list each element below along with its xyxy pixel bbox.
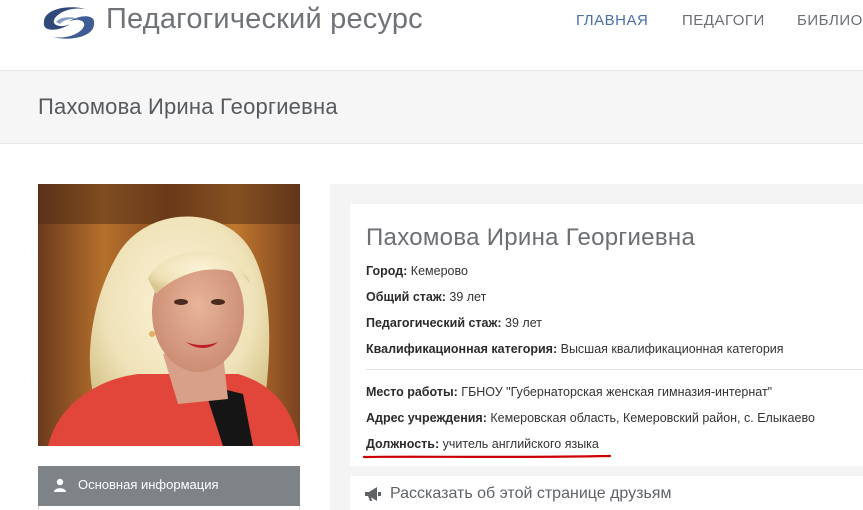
field-value: 39 лет <box>505 316 542 330</box>
main-nav: ГЛАВНАЯ ПЕДАГОГИ БИБЛИОТ <box>0 12 863 32</box>
megaphone-icon <box>365 487 381 501</box>
field-label: Адрес учреждения: <box>366 411 487 425</box>
field-value: 39 лет <box>449 290 487 304</box>
sidebar-item-label: Основная информация <box>78 477 219 492</box>
profile-name: Пахомова Ирина Георгиевна <box>366 224 696 251</box>
field-position: Должность: учитель английского языка <box>366 437 599 451</box>
field-label: Квалификационная категория: <box>366 342 558 356</box>
profile-card: Пахомова Ирина Георгиевна Город: Кемеров… <box>350 204 863 466</box>
share-block[interactable]: Рассказать об этой странице друзьям <box>350 476 863 510</box>
field-value: Кемерово <box>410 264 468 278</box>
field-label: Город: <box>366 264 408 278</box>
field-value: ГБНОУ "Губернаторская женская гимназия-и… <box>461 385 773 399</box>
field-label: Место работы: <box>366 385 458 399</box>
page-title-band: Пахомова Ирина Георгиевна <box>0 70 863 144</box>
nav-item-home[interactable]: ГЛАВНАЯ <box>576 12 648 29</box>
sidebar-panel <box>38 506 300 510</box>
field-total-experience: Общий стаж: 39 лет <box>366 290 486 304</box>
field-value: Высшая квалификационная категория <box>560 342 784 356</box>
field-qualification: Квалификационная категория: Высшая квали… <box>366 342 784 356</box>
field-label: Должность: <box>366 437 440 451</box>
site-header: Педагогический ресурс ГЛАВНАЯ ПЕДАГОГИ Б… <box>0 0 863 70</box>
field-value: Кемеровская область, Кемеровский район, … <box>490 411 815 425</box>
divider <box>366 369 863 370</box>
share-label: Рассказать об этой странице друзьям <box>390 485 672 502</box>
sidebar-item-main-info[interactable]: Основная информация <box>38 466 300 506</box>
field-city: Город: Кемерово <box>366 264 468 278</box>
field-address: Адрес учреждения: Кемеровская область, К… <box>366 411 815 425</box>
field-workplace: Место работы: ГБНОУ "Губернаторская женс… <box>366 385 772 399</box>
red-underline-annotation <box>362 454 612 459</box>
profile-photo <box>38 184 300 446</box>
field-label: Педагогический стаж: <box>366 316 502 330</box>
user-icon <box>54 478 66 492</box>
field-value: учитель английского языка <box>442 437 599 451</box>
page-title: Пахомова Ирина Георгиевна <box>38 94 338 119</box>
nav-item-library[interactable]: БИБЛИОТ <box>797 12 863 29</box>
nav-item-teachers[interactable]: ПЕДАГОГИ <box>682 12 765 29</box>
field-teaching-experience: Педагогический стаж: 39 лет <box>366 316 542 330</box>
field-label: Общий стаж: <box>366 290 446 304</box>
